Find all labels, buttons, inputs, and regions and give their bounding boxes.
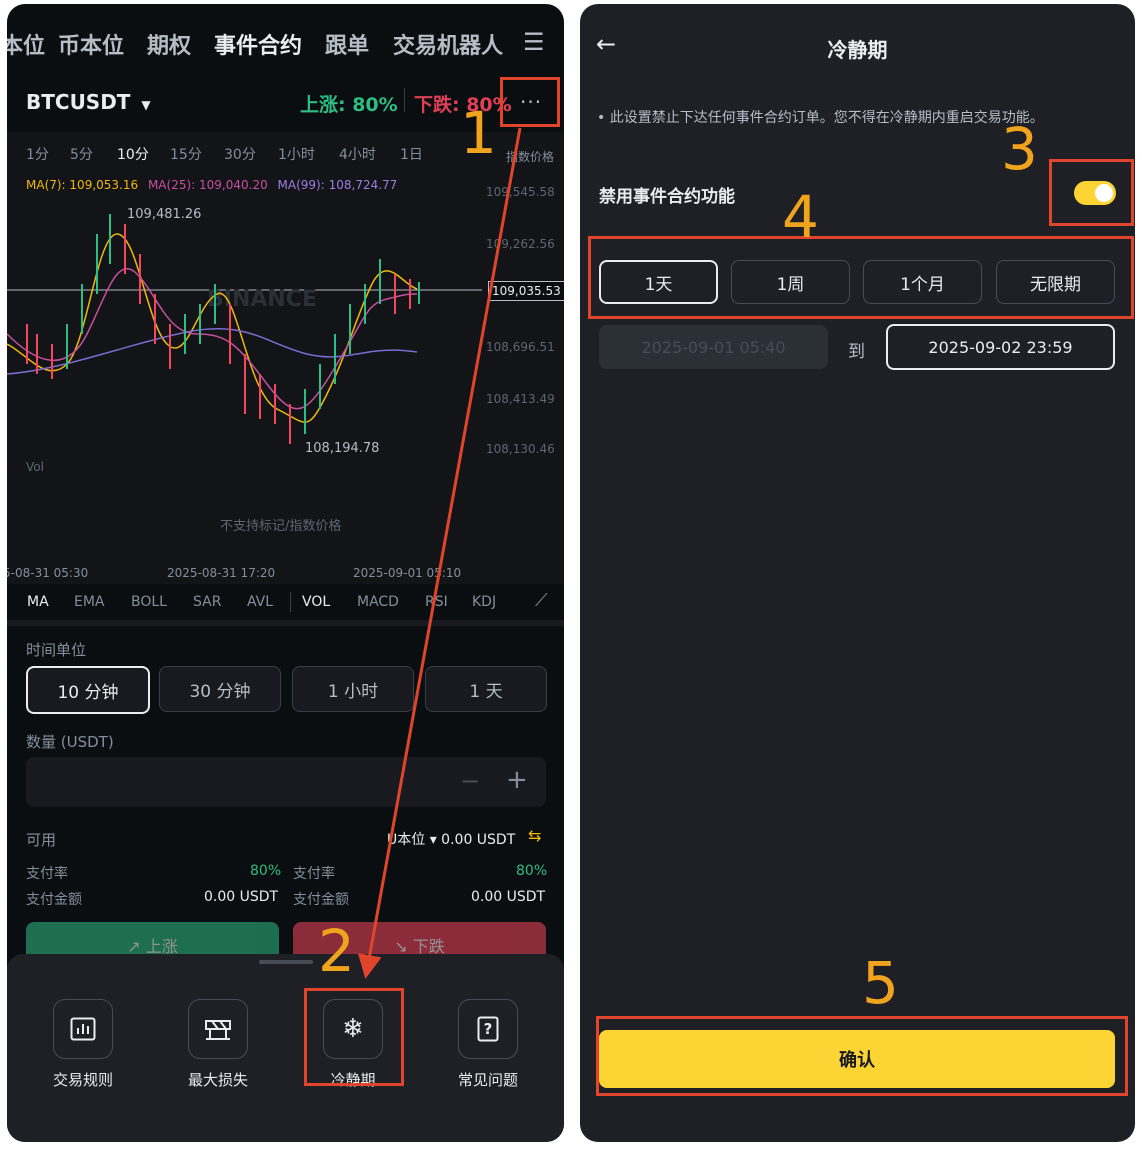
annotation-step-1: 1 — [460, 99, 497, 167]
annotation-step-3: 3 — [1001, 115, 1038, 183]
annotation-step-5: 5 — [862, 949, 899, 1017]
annotation-step-4: 4 — [782, 183, 819, 251]
annotation-step-2: 2 — [318, 917, 355, 985]
annotation-arrow — [357, 127, 522, 979]
arrow-overlay — [357, 127, 522, 979]
